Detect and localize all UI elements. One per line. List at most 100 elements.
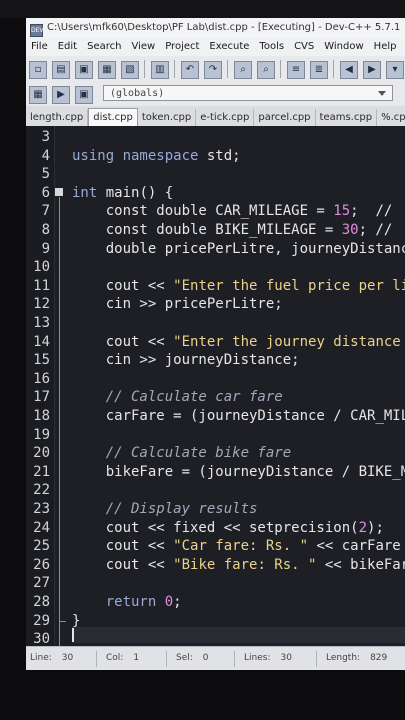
open-file-icon[interactable]: ▤ <box>52 61 70 79</box>
indent-icon[interactable]: ≡ <box>287 61 305 79</box>
code-line[interactable]: 29} <box>26 612 405 630</box>
tab-e-tick-cpp[interactable]: e-tick.cpp <box>196 109 255 127</box>
tab-dist-cpp[interactable]: dist.cpp <box>88 108 138 127</box>
menu-file[interactable]: File <box>26 38 53 56</box>
status-col-value: 1 <box>133 653 140 663</box>
code-line[interactable]: 22 <box>26 481 405 499</box>
code-line[interactable]: 16 <box>26 370 405 388</box>
code-text: double pricePerLitre, journeyDistance <box>72 240 405 258</box>
code-line[interactable]: 15 cin >> journeyDistance; <box>26 351 405 369</box>
save-icon[interactable]: ▣ <box>75 61 93 79</box>
code-line[interactable]: 8 const double BIKE_MILEAGE = 30; // <box>26 221 405 239</box>
toolbar-divider <box>174 60 175 78</box>
line-number: 23 <box>33 501 50 517</box>
code-token: ); <box>367 519 384 536</box>
tab-length-cpp[interactable]: length.cpp <box>26 109 89 127</box>
status-sel-value: 0 <box>202 653 209 663</box>
code-token: cin >> pricePerLitre; <box>72 296 283 313</box>
status-col: Col: 1 <box>106 653 139 663</box>
code-line[interactable]: 5 <box>26 165 405 183</box>
redo-icon[interactable]: ↷ <box>204 61 222 79</box>
menu-window[interactable]: Window <box>319 38 368 56</box>
code-token: 0 <box>164 594 174 610</box>
code-line[interactable]: 26 cout << "Bike fare: Rs. " << bikeFar <box>26 556 405 574</box>
code-line[interactable]: 28 return 0; <box>26 593 405 611</box>
scope-select[interactable]: (globals) <box>103 85 393 101</box>
menu-execute[interactable]: Execute <box>204 38 254 56</box>
line-number: 14 <box>33 333 50 350</box>
code-token: carFare = (journeyDistance / CAR_MIL <box>72 408 405 424</box>
monitor-bezel <box>0 0 405 18</box>
status-divider <box>96 651 97 667</box>
line-number: 16 <box>33 370 50 387</box>
code-line[interactable]: 17 // Calculate car fare <box>26 388 405 406</box>
code-line[interactable]: 18 carFare = (journeyDistance / CAR_MIL <box>26 407 405 425</box>
code-token: // Display results <box>72 501 258 517</box>
code-line[interactable]: 21 bikeFare = (journeyDistance / BIKE_M <box>26 463 405 481</box>
menu-cvs[interactable]: CVS <box>289 38 319 56</box>
code-line[interactable]: 19 <box>26 426 405 444</box>
compile-toolbar: ▦ ▶ ▣ (globals) <box>26 82 405 107</box>
line-number: 13 <box>33 315 50 331</box>
code-text: return 0; <box>72 593 182 611</box>
menu-bar: File Edit Search View Project Execute Tools CVS… <box>26 38 405 56</box>
code-token: "Enter the fuel price per li <box>173 277 405 294</box>
code-token: "Enter the journey distance <box>173 333 401 350</box>
line-number: 29 <box>33 612 50 629</box>
tab-teams-cpp[interactable]: teams.cpp <box>316 109 378 127</box>
menu-help[interactable]: Help <box>369 38 402 56</box>
menu-tools[interactable]: Tools <box>254 38 289 56</box>
code-token: // Calculate bike fare <box>72 445 292 462</box>
menu-edit[interactable]: Edit <box>53 38 82 56</box>
fold-toggle-icon[interactable] <box>55 187 63 196</box>
menu-project[interactable]: Project <box>160 38 204 56</box>
code-line[interactable]: 20 // Calculate bike fare <box>26 444 405 462</box>
code-line[interactable]: 27 <box>26 574 405 592</box>
line-number: 17 <box>33 389 50 406</box>
save-all-icon[interactable]: ▦ <box>98 61 116 79</box>
menu-search[interactable]: Search <box>82 38 126 56</box>
print-icon[interactable]: ▥ <box>151 61 169 79</box>
status-col-label: Col: <box>106 653 124 663</box>
code-line[interactable]: 9 double pricePerLitre, journeyDistance <box>26 240 405 258</box>
menu-view[interactable]: View <box>126 38 160 56</box>
tab-percent-cpp[interactable]: %.cpp <box>377 109 405 127</box>
code-token: ; // <box>350 203 393 220</box>
back-icon[interactable]: ◀ <box>340 61 358 79</box>
code-line[interactable]: 4 using namespace std; <box>26 147 405 165</box>
code-text: cout << "Enter the fuel price per li <box>72 277 405 295</box>
code-line[interactable]: 3 <box>26 128 405 146</box>
code-line[interactable]: 11 cout << "Enter the fuel price per li <box>26 277 405 295</box>
status-lines-label: Lines: <box>244 653 271 663</box>
tab-parcel-cpp[interactable]: parcel.cpp <box>254 109 316 127</box>
line-number: 25 <box>33 538 50 555</box>
code-line[interactable]: 14 cout << "Enter the journey distance <box>26 333 405 351</box>
unindent-icon[interactable]: ≣ <box>310 61 328 79</box>
code-line[interactable]: 12 cin >> pricePerLitre; <box>26 295 405 313</box>
compile-run-icon[interactable]: ▣ <box>75 86 93 104</box>
find-icon[interactable]: ⌕ <box>234 61 252 79</box>
new-file-icon[interactable]: ▫ <box>29 61 47 79</box>
code-line[interactable]: 23 // Display results <box>26 500 405 518</box>
code-line[interactable]: 7 const double CAR_MILEAGE = 15; // <box>26 202 405 220</box>
close-file-icon[interactable]: ▧ <box>121 61 139 79</box>
tab-token-cpp[interactable]: token.cpp <box>138 109 197 127</box>
forward-icon[interactable]: ▶ <box>363 61 381 79</box>
code-text: int main() { <box>72 184 173 202</box>
code-line[interactable]: 13 <box>26 314 405 332</box>
code-line[interactable]: 25 cout << "Car fare: Rs. " << carFare <box>26 537 405 555</box>
run-icon[interactable]: ▶ <box>52 86 70 104</box>
code-token: "Bike fare: Rs. " <box>173 556 317 573</box>
code-line[interactable]: 30 <box>26 630 405 646</box>
code-line[interactable]: 10 <box>26 258 405 276</box>
compile-icon[interactable]: ▦ <box>29 86 47 104</box>
bookmark-icon[interactable]: ▾ <box>386 61 404 79</box>
line-number: 19 <box>33 426 50 443</box>
code-editor[interactable]: 3 4 using namespace std; 5 6 int main() {7 co… <box>26 126 405 646</box>
line-number: 22 <box>33 482 50 499</box>
code-line[interactable]: 24 cout << fixed << setprecision(2); <box>26 519 405 537</box>
code-line[interactable]: 6 int main() { <box>26 184 405 202</box>
undo-icon[interactable]: ↶ <box>181 61 199 79</box>
line-number: 11 <box>33 277 50 294</box>
replace-icon[interactable]: ⌕ <box>257 61 275 79</box>
